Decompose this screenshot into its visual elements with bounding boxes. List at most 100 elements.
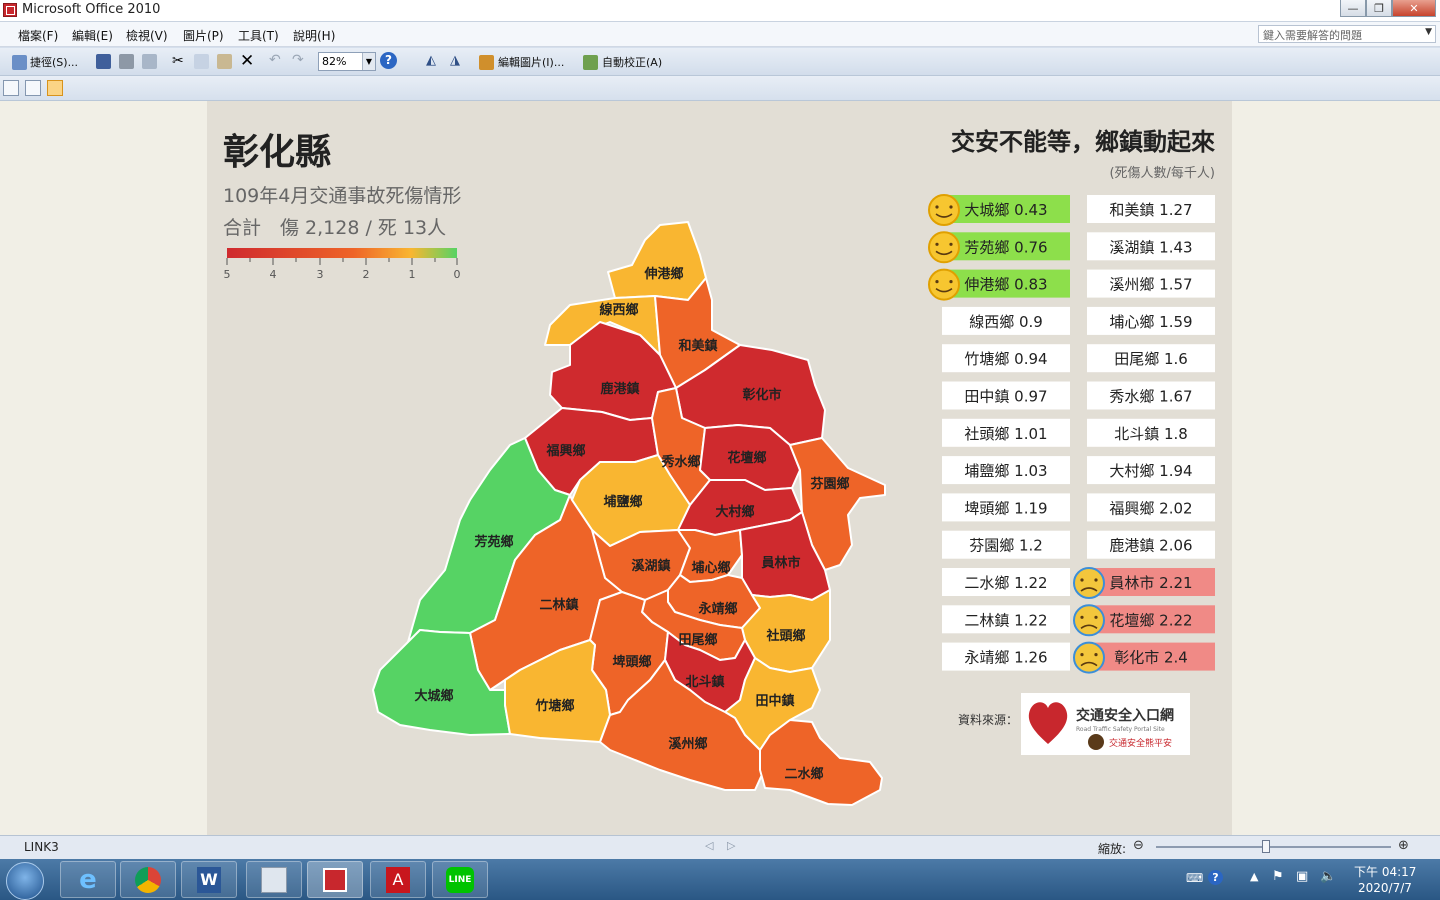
ranking-item: 田中鎮 0.97 (942, 381, 1070, 410)
prev-page-icon[interactable]: ◁ (705, 839, 713, 852)
zoom-slider-track[interactable] (1156, 846, 1391, 848)
map-label: 鹿港鎮 (600, 381, 639, 397)
rotate-right-icon[interactable]: ◮ (450, 53, 460, 68)
face-eye-shape (935, 280, 939, 284)
print-preview-icon[interactable] (142, 54, 157, 69)
help-search-input[interactable]: 鍵入需要解答的問題 ▼ (1258, 25, 1436, 43)
paste-icon[interactable] (217, 54, 232, 69)
menu-help[interactable]: 說明(H) (293, 27, 335, 44)
zoom-label: 縮放: (1098, 842, 1127, 856)
save-icon[interactable] (96, 54, 111, 69)
picture-manager-icon (323, 867, 347, 892)
start-button[interactable] (6, 862, 44, 900)
map-label: 伸港鄉 (643, 266, 683, 282)
ranking-item-label: 田中鎮 0.97 (964, 388, 1047, 406)
ranking-item-label: 福興鄉 2.02 (1109, 499, 1192, 517)
face-eye-shape (1094, 653, 1098, 657)
keyboard-icon[interactable]: ⌨ (1186, 871, 1203, 885)
zoom-select[interactable]: 82% ▼ (318, 52, 376, 71)
taskbar-line[interactable]: LINE (432, 861, 488, 898)
ranking-item: 和美鎮 1.27 (1087, 195, 1215, 223)
internet-explorer-icon: e (79, 864, 97, 895)
ranking-item: 埔心鄉 1.59 (1087, 306, 1215, 335)
unit-note: (死傷人數/每千人) (1109, 165, 1215, 181)
taskbar-acrobat[interactable]: A (370, 861, 426, 898)
status-text: LINK3 (24, 840, 59, 854)
menu-file[interactable]: 檔案(F) (18, 27, 58, 44)
legend-tick-label: 2 (363, 268, 370, 281)
map-label: 花壇鄉 (727, 450, 766, 466)
ranking-item-label: 彰化市 2.4 (1114, 649, 1188, 667)
filmstrip-view-icon[interactable] (25, 80, 41, 96)
ranking-item: 溪州鄉 1.57 (1087, 269, 1215, 298)
redo-icon[interactable]: ↷ (292, 52, 304, 68)
ranking-item: 秀水鄉 1.67 (1087, 381, 1215, 410)
help-tray-icon[interactable]: ? (1208, 870, 1223, 885)
flag-icon[interactable]: ⚑ (1272, 869, 1284, 884)
taskbar-word[interactable]: W (181, 861, 237, 898)
ranking-item: 員林市 2.21 (1073, 567, 1215, 599)
legend-ticks (226, 258, 458, 265)
copy-icon[interactable] (194, 54, 209, 69)
ranking-item-label: 溪湖鎮 1.43 (1109, 238, 1192, 256)
ranking-item: 芬園鄉 1.2 (942, 530, 1070, 559)
cut-icon[interactable]: ✂ (172, 53, 184, 69)
taskbar-chrome[interactable] (120, 861, 176, 898)
show-hidden-icons-icon[interactable]: ▲ (1250, 870, 1258, 883)
ranking-item-label: 線西鄉 0.9 (969, 313, 1043, 331)
taskbar-files[interactable] (246, 861, 302, 898)
report-subtitle: 109年4月交通事故死傷情形 (223, 185, 461, 207)
next-page-icon[interactable]: ▷ (727, 839, 735, 852)
menu-edit[interactable]: 編輯(E) (72, 27, 113, 44)
chevron-down-icon[interactable]: ▼ (1425, 27, 1432, 37)
network-icon[interactable]: ▣ (1296, 869, 1308, 884)
ranking-item-label: 埔鹽鄉 1.03 (964, 462, 1047, 480)
shortcut-button[interactable]: 捷徑(S)... (12, 53, 78, 71)
map-label: 埔鹽鄉 (603, 494, 642, 510)
zoom-slider-thumb[interactable] (1261, 840, 1270, 853)
ranking-item-label: 二水鄉 1.22 (964, 574, 1047, 592)
clock-time[interactable]: 下午 04:17 (1354, 863, 1416, 880)
undo-icon[interactable]: ↶ (269, 52, 281, 68)
ranking-item: 田尾鄉 1.6 (1087, 344, 1215, 373)
single-view-icon[interactable] (47, 80, 63, 96)
infographic-slide: 彰化縣 109年4月交通事故死傷情形 合計 傷 2,128 / 死 13人 5 … (207, 101, 1232, 835)
map-label: 田中鎮 (755, 693, 794, 709)
print-icon[interactable] (119, 54, 134, 69)
restore-button[interactable]: ❐ (1366, 0, 1392, 17)
ranking-item: 花壇鄉 2.22 (1073, 604, 1215, 637)
ranking-item-label: 溪州鄉 1.57 (1109, 276, 1192, 294)
menu-tools[interactable]: 工具(T) (238, 27, 279, 44)
clock-date[interactable]: 2020/7/7 (1358, 881, 1412, 895)
delete-icon[interactable]: ✕ (240, 51, 254, 71)
menu-view[interactable]: 檢視(V) (126, 27, 168, 44)
rotate-left-icon[interactable]: ◭ (426, 53, 436, 68)
auto-correct-label: 自動校正(A) (602, 56, 663, 69)
zoom-in-icon[interactable]: ⊕ (1398, 838, 1409, 853)
chrome-icon (135, 866, 161, 893)
map-label: 線西鄉 (599, 302, 638, 318)
auto-correct-button[interactable]: 自動校正(A) (583, 53, 662, 71)
menu-picture[interactable]: 圖片(P) (183, 27, 224, 44)
ranking-item-label: 埔心鄉 1.59 (1109, 313, 1192, 331)
edit-picture-button[interactable]: 編輯圖片(I)... (479, 53, 564, 71)
map-label: 北斗鎮 (685, 674, 724, 690)
ranking-item-label: 芬園鄉 1.2 (969, 537, 1043, 555)
logo-title: 交通安全入口網 (1076, 707, 1174, 724)
volume-icon[interactable]: 🔈 (1320, 869, 1336, 884)
smiling-face-icon (928, 231, 960, 264)
zoom-out-icon[interactable]: ⊖ (1133, 838, 1144, 853)
edit-picture-label: 編輯圖片(I)... (498, 56, 565, 69)
close-button[interactable]: ✕ (1392, 0, 1436, 17)
thumbnail-view-icon[interactable] (3, 80, 19, 96)
map-label: 溪湖鎮 (631, 558, 670, 574)
taskbar-picture-manager[interactable] (307, 861, 363, 898)
minimize-button[interactable]: — (1340, 0, 1366, 17)
ranking-item-label: 竹塘鄉 0.94 (964, 350, 1047, 368)
taskbar-ie[interactable]: e (60, 861, 116, 898)
help-search-placeholder: 鍵入需要解答的問題 (1263, 29, 1362, 42)
map-label: 竹塘鄉 (534, 698, 574, 714)
pencil-icon (479, 54, 494, 70)
help-icon[interactable]: ? (380, 52, 397, 69)
chevron-down-icon[interactable]: ▼ (362, 53, 375, 70)
